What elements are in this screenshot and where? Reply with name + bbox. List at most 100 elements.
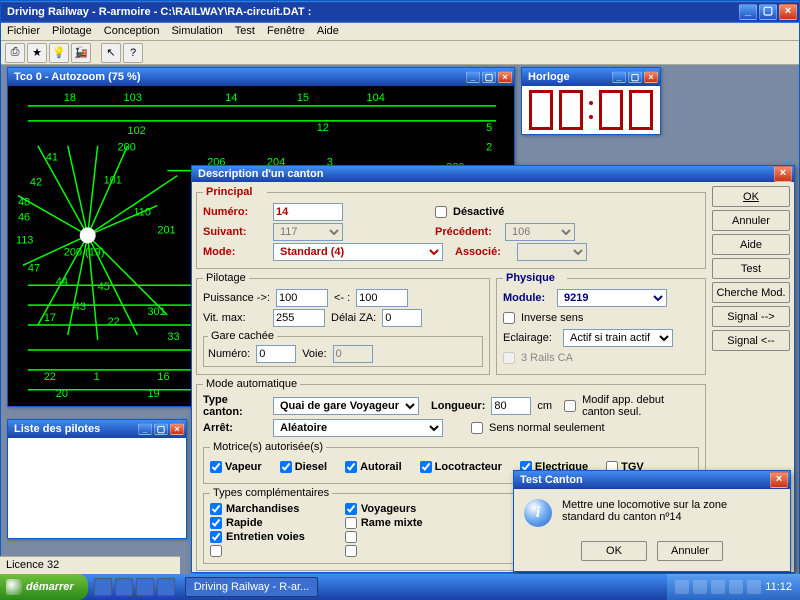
menu-conception[interactable]: Conception (104, 25, 160, 38)
horloge-max-button[interactable]: ▢ (628, 71, 642, 83)
signal-back-button[interactable]: Signal <-- (712, 330, 790, 351)
inverse-checkbox[interactable] (503, 312, 515, 324)
ok-button[interactable]: OK (712, 186, 790, 207)
signal-fwd-button[interactable]: Signal --> (712, 306, 790, 327)
type-canton-select[interactable]: Quai de gare Voyageur (273, 397, 419, 415)
dialog-close-button[interactable]: × (774, 166, 792, 182)
help-button[interactable]: Aide (712, 234, 790, 255)
test-button[interactable]: Test (712, 258, 790, 279)
tray-icon[interactable] (675, 580, 689, 594)
numero-input[interactable] (273, 203, 343, 221)
svg-text:47: 47 (28, 262, 40, 274)
info-icon: i (524, 499, 552, 527)
type-checkbox[interactable]: Voyageurs (345, 503, 423, 515)
tray-icon[interactable] (693, 580, 707, 594)
longueur-input[interactable] (491, 397, 531, 415)
msgbox-ok-button[interactable]: OK (581, 541, 647, 561)
type-checkbox[interactable] (345, 531, 423, 543)
tray-clock[interactable]: 11:12 (765, 581, 792, 593)
clock-digit (599, 90, 623, 130)
pilotes-max-button[interactable]: ▢ (154, 423, 168, 435)
motrice-checkbox-autorail[interactable]: Autorail (345, 461, 402, 473)
module-select[interactable]: 9219 (557, 289, 667, 307)
msgbox-close-button[interactable]: × (770, 472, 788, 488)
quicklaunch-icon[interactable] (94, 578, 112, 596)
menu-aide[interactable]: Aide (317, 25, 339, 38)
svg-text:102: 102 (128, 125, 146, 137)
arret-select[interactable]: Aléatoire (273, 419, 443, 437)
puissance-fwd-input[interactable] (276, 289, 328, 307)
svg-text:19: 19 (147, 388, 159, 400)
menu-pilotage[interactable]: Pilotage (52, 25, 92, 38)
star-icon[interactable]: ★ (27, 43, 47, 63)
pilotes-close-button[interactable]: × (170, 423, 184, 435)
delai-input[interactable] (382, 309, 422, 327)
lightbulb-icon[interactable]: 💡 (49, 43, 69, 63)
sens-label: Sens normal seulement (489, 422, 605, 434)
suivant-select[interactable]: 117 (273, 223, 343, 241)
app-titlebar: Driving Railway - R-armoire - C:\RAILWAY… (1, 1, 799, 23)
type-checkbox[interactable]: Marchandises (210, 503, 305, 515)
pilotes-list[interactable] (8, 438, 186, 538)
sens-checkbox[interactable] (471, 422, 483, 434)
tco-close-button[interactable]: × (498, 71, 512, 83)
tray-icon[interactable] (729, 580, 743, 594)
taskbar: démarrer Driving Railway - R-ar... 11:12 (0, 574, 800, 600)
menu-simulation[interactable]: Simulation (171, 25, 222, 38)
start-label: démarrer (26, 581, 74, 593)
gare-voie-label: Voie: (302, 348, 326, 360)
close-button[interactable]: × (779, 4, 797, 20)
tray-icon[interactable] (711, 580, 725, 594)
type-checkbox[interactable]: Rapide (210, 517, 305, 529)
menu-fichier[interactable]: Fichier (7, 25, 40, 38)
type-checkbox[interactable]: Entretien voies (210, 531, 305, 543)
svg-text:46: 46 (18, 211, 30, 223)
eclairage-select[interactable]: Actif si train actif (563, 329, 673, 347)
svg-text:101: 101 (104, 175, 122, 187)
gare-numero-input[interactable] (256, 345, 296, 363)
quicklaunch-icon[interactable] (136, 578, 154, 596)
modif-checkbox[interactable] (564, 400, 576, 412)
svg-text:110: 110 (133, 206, 150, 218)
horloge-window: Horloge _ ▢ × (521, 67, 661, 135)
horloge-display (522, 86, 660, 134)
type-checkbox[interactable]: Rame mixte (345, 517, 423, 529)
associe-select[interactable] (517, 243, 587, 261)
precedent-select[interactable]: 106 (505, 223, 575, 241)
printer-icon[interactable]: ⎙ (5, 43, 25, 63)
svg-text:200 (19): 200 (19) (64, 246, 105, 258)
svg-text:41: 41 (46, 152, 58, 164)
menu-test[interactable]: Test (235, 25, 255, 38)
type-checkbox[interactable] (210, 545, 305, 557)
horloge-close-button[interactable]: × (644, 71, 658, 83)
mode-select[interactable]: Standard (4) (273, 243, 443, 261)
msgbox-cancel-button[interactable]: Annuler (657, 541, 723, 561)
maximize-button[interactable]: ▢ (759, 4, 777, 20)
puissance-back-input[interactable] (356, 289, 408, 307)
desactive-checkbox[interactable] (435, 206, 447, 218)
motrice-checkbox-vapeur[interactable]: Vapeur (210, 461, 262, 473)
menu-fenetre[interactable]: Fenêtre (267, 25, 305, 38)
locomotive-icon[interactable]: 🚂 (71, 43, 91, 63)
pilotage-legend: Pilotage (203, 272, 249, 284)
tco-min-button[interactable]: _ (466, 71, 480, 83)
vitmax-input[interactable] (273, 309, 325, 327)
quicklaunch-icon[interactable] (157, 578, 175, 596)
help-icon[interactable]: ? (123, 43, 143, 63)
cancel-button[interactable]: Annuler (712, 210, 790, 231)
horloge-min-button[interactable]: _ (612, 71, 626, 83)
tco-max-button[interactable]: ▢ (482, 71, 496, 83)
pilotes-min-button[interactable]: _ (138, 423, 152, 435)
cherche-mod-button[interactable]: Cherche Mod. (712, 282, 790, 303)
motrice-checkbox-locotracteur[interactable]: Locotracteur (420, 461, 502, 473)
motrice-checkbox-diesel[interactable]: Diesel (280, 461, 327, 473)
taskbar-task[interactable]: Driving Railway - R-ar... (185, 577, 319, 597)
type-checkbox[interactable] (345, 545, 423, 557)
svg-text:201: 201 (157, 224, 175, 236)
app-window: Driving Railway - R-armoire - C:\RAILWAY… (0, 0, 800, 600)
quicklaunch-icon[interactable] (115, 578, 133, 596)
tray-icon[interactable] (747, 580, 761, 594)
arrow-icon[interactable]: ↖ (101, 43, 121, 63)
start-button[interactable]: démarrer (0, 574, 88, 600)
minimize-button[interactable]: _ (739, 4, 757, 20)
